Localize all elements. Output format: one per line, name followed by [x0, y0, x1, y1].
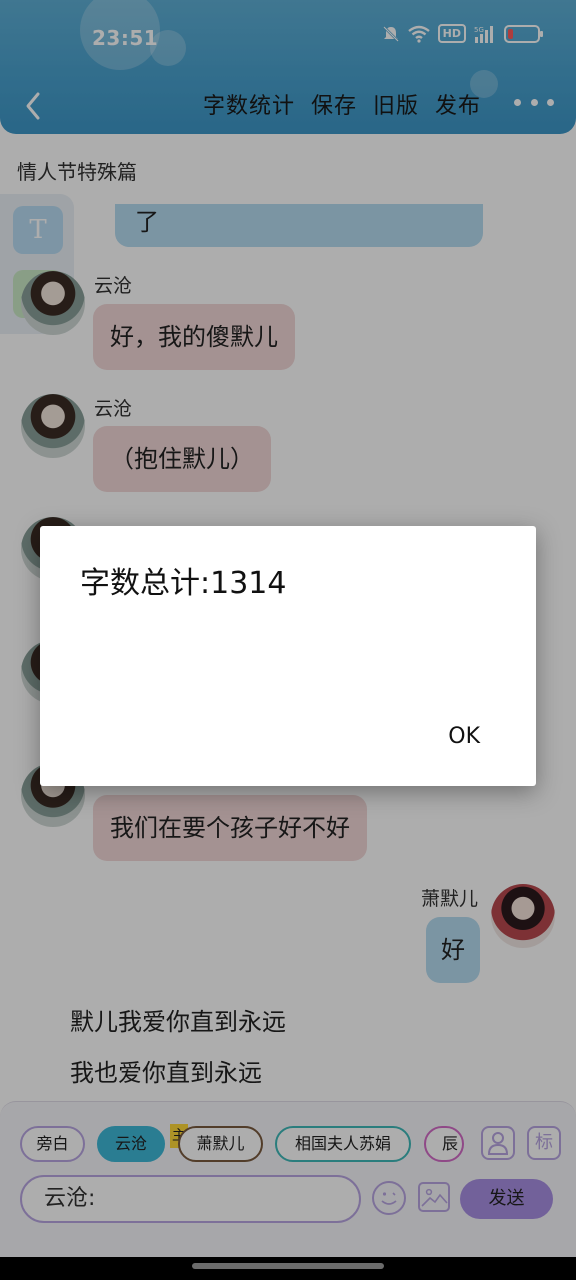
home-indicator[interactable] [192, 1263, 384, 1269]
word-count-dialog: 字数总计:1314 OK [40, 526, 536, 786]
ok-button[interactable]: OK [448, 724, 480, 749]
dialog-message: 字数总计:1314 [80, 566, 287, 601]
